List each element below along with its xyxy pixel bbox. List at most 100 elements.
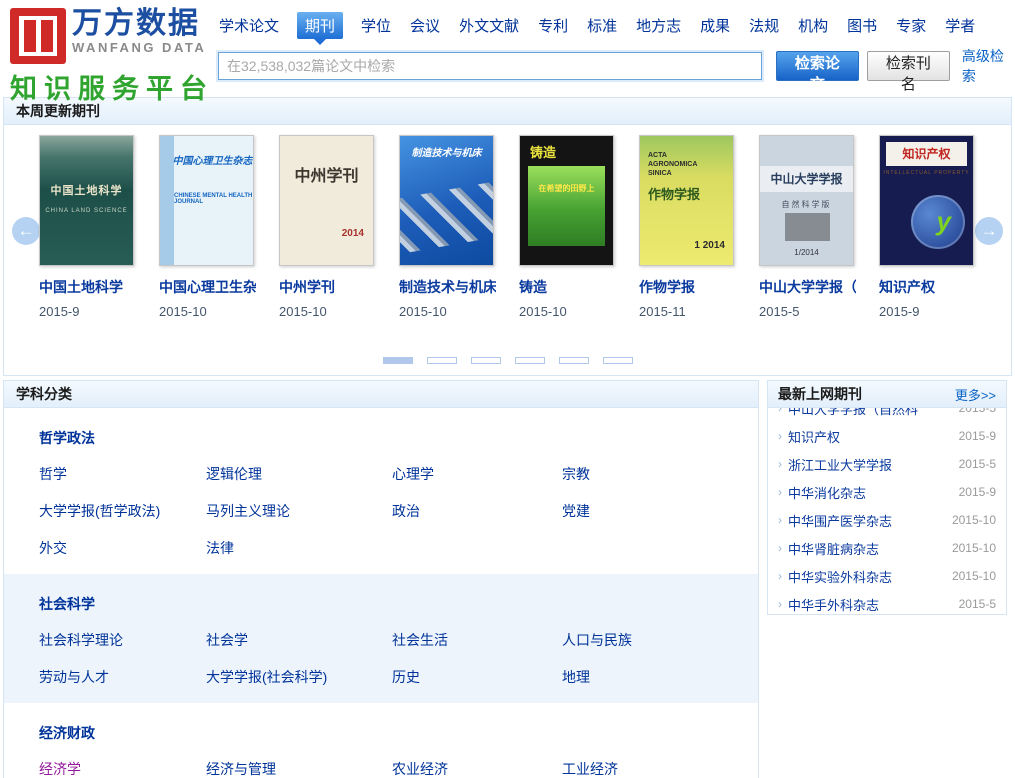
category-link[interactable]: 外交	[39, 538, 206, 558]
latest-journal-row[interactable]: › 中华消化杂志 2015-9	[778, 478, 996, 506]
category-group-economy-finance: 经济财政 经济学 经济与管理 农业经济 工业经济 交通旅游经济 邮电经济 贸易经…	[4, 703, 758, 778]
search-input[interactable]	[218, 52, 762, 80]
journal-title-link[interactable]: 知识产权	[879, 277, 976, 297]
category-link[interactable]: 社会生活	[392, 630, 562, 650]
journal-card[interactable]: 中国心理卫生杂志 CHINESE MENTAL HEALTH JOURNAL 中…	[159, 135, 256, 319]
category-link[interactable]: 哲学	[39, 464, 206, 484]
category-link[interactable]: 工业经济	[562, 759, 748, 778]
nav-tab-biaozhun[interactable]: 标准	[586, 12, 618, 39]
latest-journal-row[interactable]: › 中华肾脏病杂志 2015-10	[778, 534, 996, 562]
journal-cover[interactable]: 中山大学学报 自然科学版 1/2014	[759, 135, 854, 266]
nav-tab-difangzhi[interactable]: 地方志	[635, 12, 682, 39]
category-link[interactable]: 大学学报(社会科学)	[206, 667, 392, 687]
latest-journal-date: 2015-9	[959, 485, 996, 499]
journal-issue-date: 2015-10	[279, 304, 376, 319]
journal-card[interactable]: 知识产权 INTELLECTUAL PROPERTY y 知识产权 2015-9	[879, 135, 976, 319]
journal-title-link[interactable]: 中山大学学报（…	[759, 277, 856, 297]
site-header: 万方数据 WANFANG DATA 知识服务平台 学术论文 期刊 学位 会议 外…	[0, 0, 1015, 95]
journal-title-link[interactable]: 中国心理卫生杂志	[159, 277, 256, 297]
latest-journal-row[interactable]: › 中华手外科杂志 2015-5	[778, 590, 996, 614]
latest-journal-row[interactable]: › 中华实验外科杂志 2015-10	[778, 562, 996, 590]
latest-journal-link[interactable]: 中华消化杂志	[788, 483, 959, 502]
more-link[interactable]: 更多>>	[955, 385, 996, 404]
category-link[interactable]: 劳动与人才	[39, 667, 206, 687]
chevron-right-icon: ›	[778, 429, 782, 443]
category-link[interactable]: 政治	[392, 501, 562, 521]
journal-title-link[interactable]: 制造技术与机床	[399, 277, 496, 297]
advanced-search-link[interactable]: 高级检索	[962, 46, 1015, 86]
carousel-dot-6[interactable]	[603, 357, 633, 364]
category-link[interactable]: 社会科学理论	[39, 630, 206, 650]
category-link[interactable]: 逻辑伦理	[206, 464, 392, 484]
latest-journal-link[interactable]: 知识产权	[788, 427, 959, 446]
journal-card[interactable]: 铸造 在希望的田野上 铸造 2015-10	[519, 135, 616, 319]
search-journal-name-button[interactable]: 检索刊名	[867, 51, 950, 81]
nav-tab-qikan-active[interactable]: 期刊	[297, 12, 343, 39]
journal-cover[interactable]: 知识产权 INTELLECTUAL PROPERTY y	[879, 135, 974, 266]
latest-journal-row[interactable]: › 中华围产医学杂志 2015-10	[778, 506, 996, 534]
journal-title-link[interactable]: 铸造	[519, 277, 616, 297]
journal-title-link[interactable]: 中国土地科学	[39, 277, 136, 297]
carousel-dot-1[interactable]	[383, 357, 413, 364]
nav-tab-xueshulunwen[interactable]: 学术论文	[218, 12, 280, 39]
nav-tab-waiwenwenxian[interactable]: 外文文献	[458, 12, 520, 39]
carousel-dot-2[interactable]	[427, 357, 457, 364]
journal-card[interactable]: 制造技术与机床 制造技术与机床 2015-10	[399, 135, 496, 319]
search-papers-button[interactable]: 检索论文	[776, 51, 859, 81]
journal-cover[interactable]: 铸造 在希望的田野上	[519, 135, 614, 266]
category-link[interactable]: 心理学	[392, 464, 562, 484]
latest-journal-link[interactable]: 中华肾脏病杂志	[788, 539, 952, 558]
category-link[interactable]: 社会学	[206, 630, 392, 650]
latest-journal-link[interactable]: 中华手外科杂志	[788, 595, 959, 614]
category-link[interactable]: 马列主义理论	[206, 501, 392, 521]
nav-tab-zhuanjia[interactable]: 专家	[895, 12, 927, 39]
nav-tab-huiyi[interactable]: 会议	[409, 12, 441, 39]
latest-journal-row[interactable]: › 浙江工业大学学报 2015-5	[778, 450, 996, 478]
journal-title-link[interactable]: 中州学刊	[279, 277, 376, 297]
journal-card[interactable]: 中州学刊 2014 中州学刊 2015-10	[279, 135, 376, 319]
carousel-dot-5[interactable]	[559, 357, 589, 364]
carousel-dot-3[interactable]	[471, 357, 501, 364]
journal-card[interactable]: 中山大学学报 自然科学版 1/2014 中山大学学报（… 2015-5	[759, 135, 856, 319]
latest-journal-row[interactable]: › 中山大学学报（自然科 2015-5	[778, 408, 996, 422]
journal-card[interactable]: 中国土地科学 CHINA LAND SCIENCE 中国土地科学 2015-9	[39, 135, 136, 319]
nav-tab-zhuanli[interactable]: 专利	[537, 12, 569, 39]
nav-tab-chengguo[interactable]: 成果	[699, 12, 731, 39]
journal-cover[interactable]: 中国心理卫生杂志 CHINESE MENTAL HEALTH JOURNAL	[159, 135, 254, 266]
latest-journal-link[interactable]: 中华实验外科杂志	[788, 567, 952, 586]
carousel-dot-4[interactable]	[515, 357, 545, 364]
latest-journal-date: 2015-5	[959, 457, 996, 471]
category-link-visited[interactable]: 经济学	[39, 759, 206, 778]
nav-tab-fagui[interactable]: 法规	[748, 12, 780, 39]
chevron-right-icon: ›	[778, 457, 782, 471]
journal-title-link[interactable]: 作物学报	[639, 277, 736, 297]
latest-journal-row[interactable]: › 知识产权 2015-9	[778, 422, 996, 450]
category-link[interactable]: 法律	[206, 538, 392, 558]
chevron-right-icon: ›	[778, 569, 782, 583]
category-link[interactable]: 历史	[392, 667, 562, 687]
category-link[interactable]: 党建	[562, 501, 748, 521]
category-link[interactable]: 人口与民族	[562, 630, 748, 650]
category-link[interactable]: 地理	[562, 667, 748, 687]
logo[interactable]: 万方数据 WANFANG DATA 知识服务平台	[10, 8, 214, 106]
journal-cover[interactable]: 中州学刊 2014	[279, 135, 374, 266]
nav-tab-xuezhe[interactable]: 学者	[944, 12, 976, 39]
journal-cover[interactable]: ACTA AGRONOMICA SINICA 作物学报 1 2014	[639, 135, 734, 266]
categories-section-title: 学科分类	[4, 381, 758, 408]
nav-tab-tushu[interactable]: 图书	[846, 12, 878, 39]
latest-journal-link[interactable]: 中山大学学报（自然科	[788, 408, 959, 418]
journal-cover[interactable]: 中国土地科学 CHINA LAND SCIENCE	[39, 135, 134, 266]
category-link[interactable]: 农业经济	[392, 759, 562, 778]
category-link[interactable]: 大学学报(哲学政法)	[39, 501, 206, 521]
journal-cover[interactable]: 制造技术与机床	[399, 135, 494, 266]
nav-tab-xuewei[interactable]: 学位	[360, 12, 392, 39]
journal-card[interactable]: ACTA AGRONOMICA SINICA 作物学报 1 2014 作物学报 …	[639, 135, 736, 319]
nav-tab-jigou[interactable]: 机构	[797, 12, 829, 39]
category-link[interactable]: 宗教	[562, 464, 748, 484]
latest-journal-link[interactable]: 中华围产医学杂志	[788, 511, 952, 530]
category-group-philosophy-law: 哲学政法 哲学 逻辑伦理 心理学 宗教 大学学报(哲学政法) 马列主义理论 政治…	[4, 408, 758, 574]
carousel-prev-button[interactable]: ←	[12, 217, 40, 245]
carousel-next-button[interactable]: →	[975, 217, 1003, 245]
latest-journal-link[interactable]: 浙江工业大学学报	[788, 455, 959, 474]
category-link[interactable]: 经济与管理	[206, 759, 392, 778]
